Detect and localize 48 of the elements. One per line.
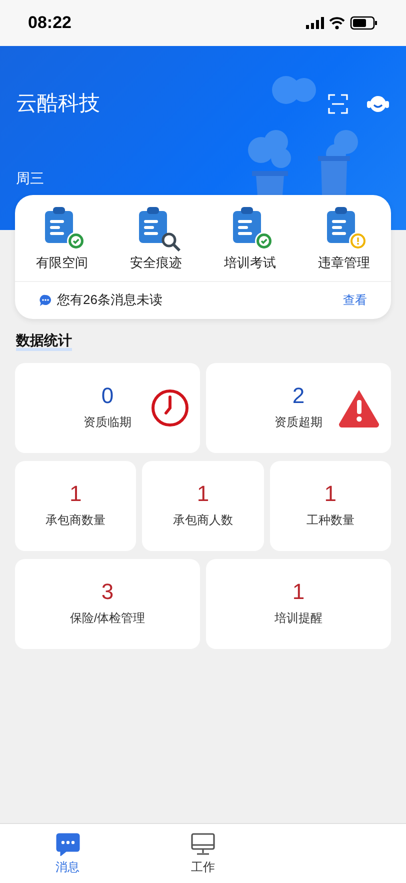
exclamation-badge-icon	[348, 231, 368, 251]
tab-bar-item[interactable]: 工作	[135, 824, 271, 883]
check-badge-icon	[254, 231, 274, 251]
status-indicators-icon	[306, 16, 378, 30]
clipboard-icon	[232, 207, 262, 243]
stat-card[interactable]: 1 承包商数量	[15, 460, 136, 550]
stat-card[interactable]: 1 培训提醒	[206, 558, 391, 648]
view-link[interactable]: 查看	[343, 291, 367, 309]
status-time: 08:22	[28, 12, 72, 34]
stat-label: 资质临期	[84, 414, 132, 430]
stat-value: 2	[292, 384, 305, 406]
weekday: 周三	[16, 168, 44, 188]
stat-card[interactable]: 3 保险/体检管理	[15, 558, 200, 648]
stat-label: 承包商人数	[172, 512, 233, 528]
quick-action-label[interactable]: 安全痕迹	[130, 253, 182, 272]
stat-card[interactable]: 0 资质临期	[15, 362, 200, 452]
quick-action-label[interactable]: 有限空间	[36, 253, 88, 272]
magnifier-icon	[160, 231, 182, 253]
stat-card[interactable]: 1 承包商人数	[142, 460, 264, 550]
unread-notice: 您有26条消息未读	[57, 291, 162, 310]
quick-action-label[interactable]: 违章管理	[318, 253, 370, 272]
stat-value: 1	[292, 580, 305, 602]
company-name: 云酷科技	[16, 91, 100, 117]
stat-card[interactable]: 2 资质超期	[206, 362, 391, 452]
stat-label: 资质超期	[274, 414, 322, 430]
tab-bar-item[interactable]: 消息	[0, 824, 136, 883]
stat-label: 工种数量	[306, 512, 354, 528]
stat-label: 承包商数量	[46, 512, 106, 528]
stat-value: 0	[101, 384, 114, 406]
stat-value: 1	[324, 482, 336, 504]
check-badge-icon	[66, 231, 86, 251]
stat-value: 1	[70, 482, 82, 504]
stat-label: 保险/体检管理	[70, 610, 146, 626]
stat-value: 1	[196, 482, 210, 504]
chat-bubble-icon	[56, 832, 80, 856]
clipboard-icon	[44, 207, 74, 243]
clock-icon	[150, 388, 190, 428]
monitor-icon	[190, 832, 216, 856]
clipboard-icon	[138, 207, 168, 243]
stat-label: 培训提醒	[274, 610, 322, 626]
warning-icon	[337, 388, 381, 428]
message-icon	[39, 294, 52, 306]
section-title: 数据统计	[16, 332, 72, 350]
scan-icon[interactable]	[328, 94, 348, 114]
stat-card[interactable]: 1 工种数量	[270, 460, 391, 550]
stat-value: 3	[101, 580, 114, 602]
quick-action-label[interactable]: 培训考试	[224, 253, 276, 272]
clipboard-icon	[326, 207, 356, 243]
